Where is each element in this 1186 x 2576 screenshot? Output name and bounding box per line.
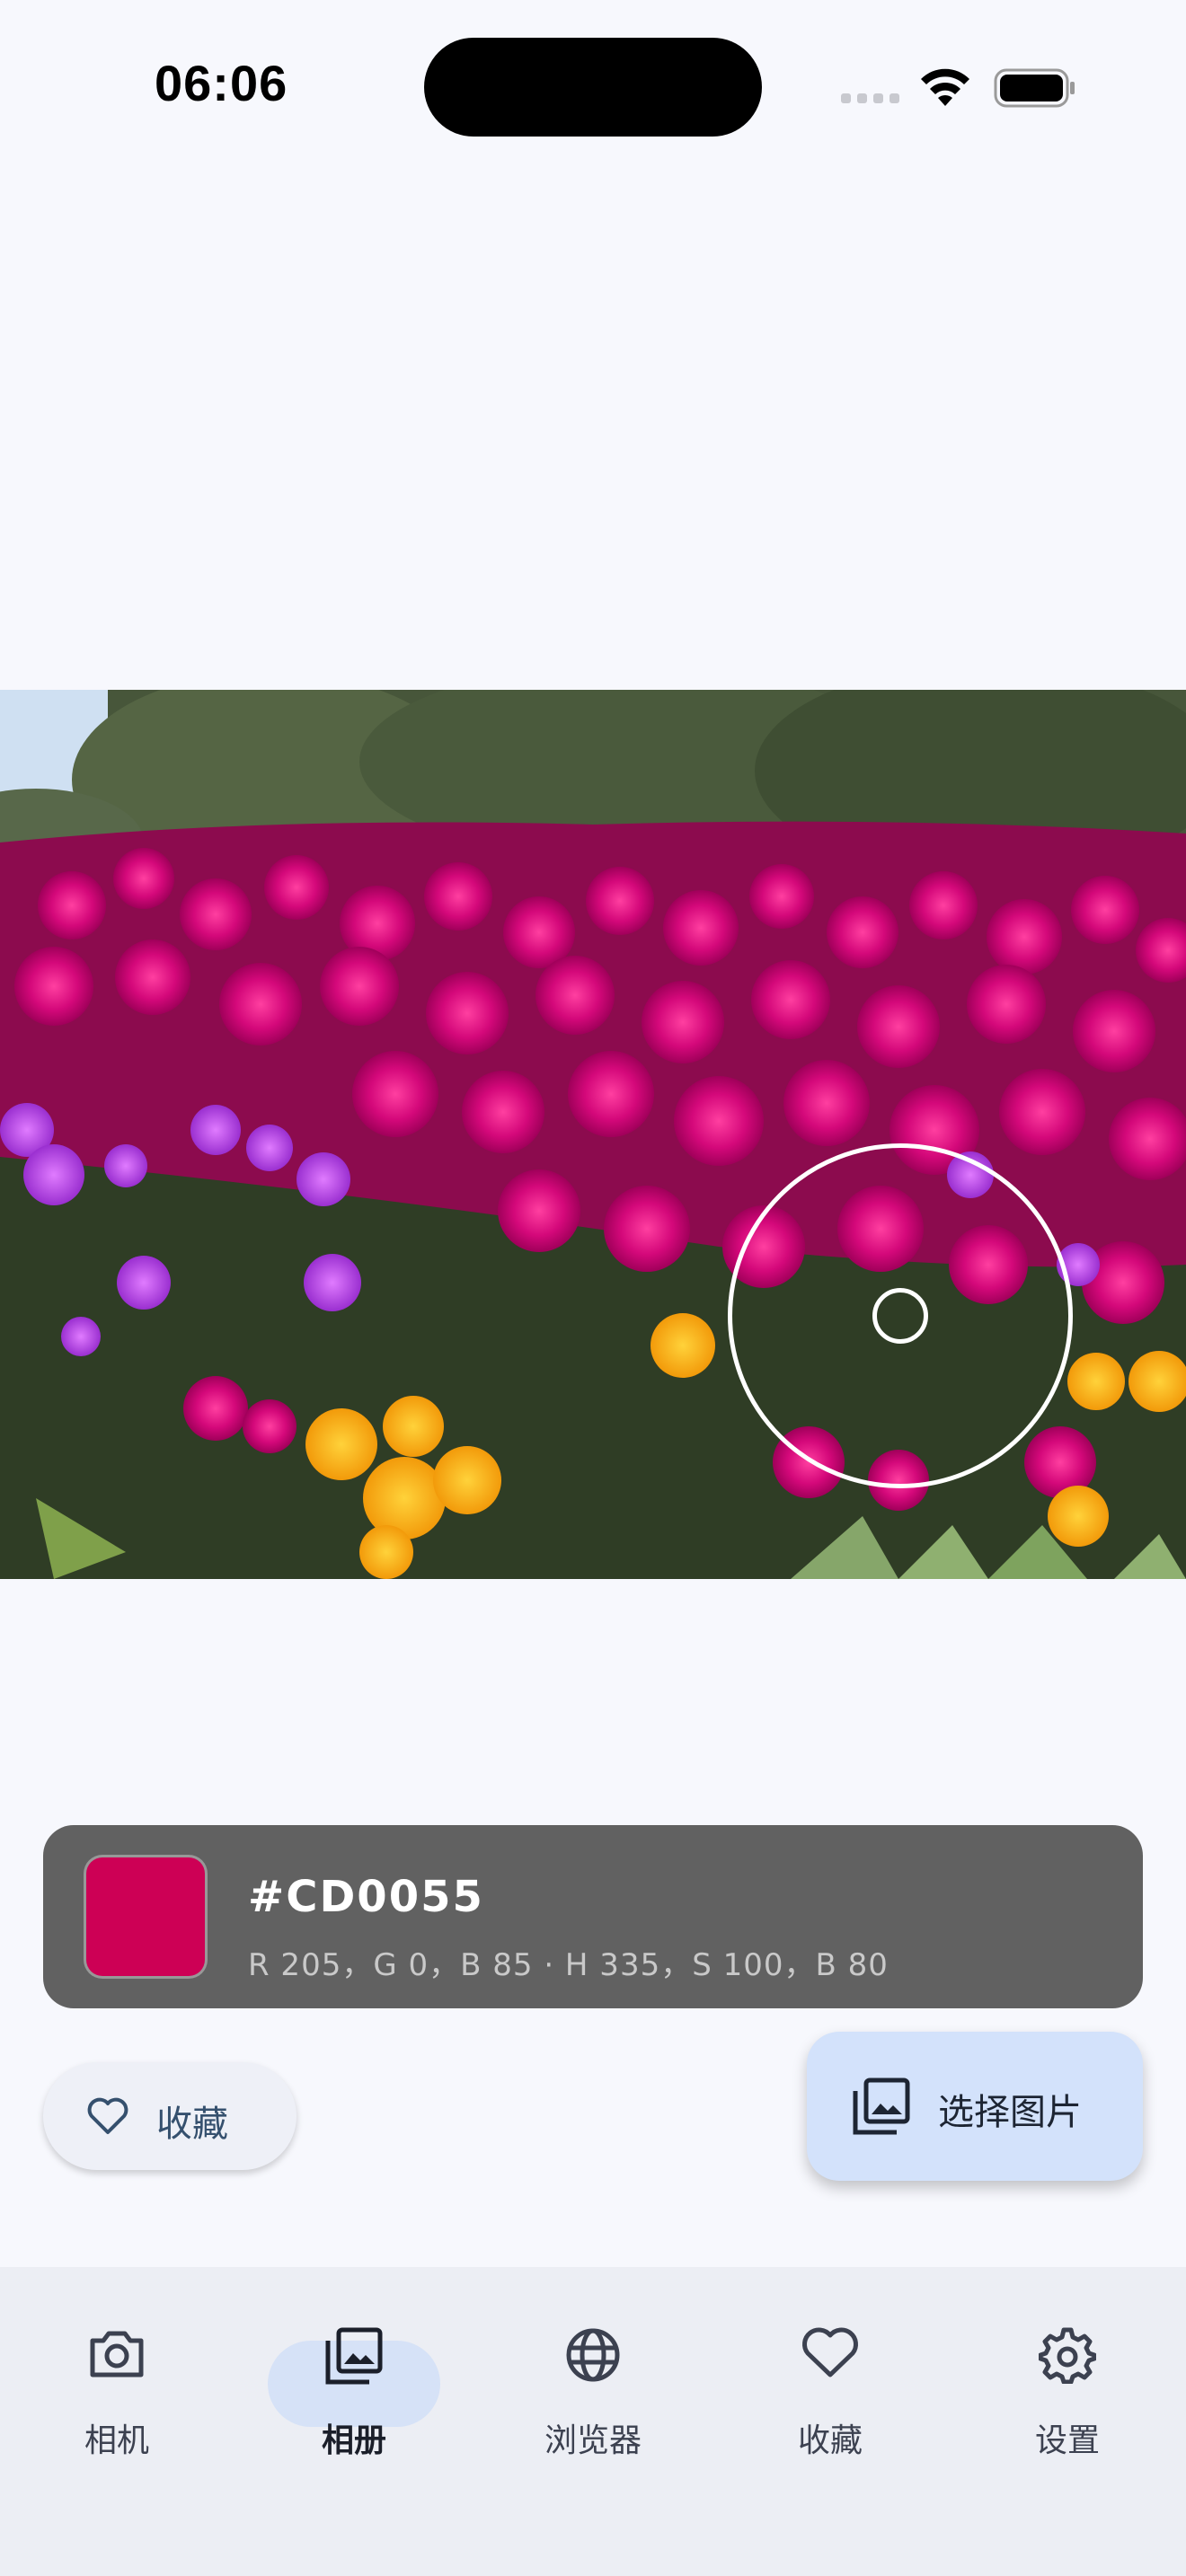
heart-icon <box>802 2327 858 2378</box>
favorite-button[interactable]: 收藏 <box>43 2062 296 2170</box>
status-bar: 06:06 <box>0 0 1186 180</box>
nav-item-gallery[interactable]: 相册 <box>264 2303 444 2459</box>
favorite-button-label: 收藏 <box>156 2104 228 2145</box>
globe-icon <box>566 2328 620 2382</box>
nav-item-settings[interactable]: 设置 <box>978 2303 1157 2459</box>
dynamic-island <box>424 38 762 137</box>
pick-image-button[interactable]: 选择图片 <box>807 2032 1143 2181</box>
bottom-navigation: 相机 相册 浏览器 收藏 设置 <box>0 2267 1186 2576</box>
heart-icon <box>87 2097 128 2134</box>
color-info-card: #CD0055 R 205，G 0，B 85 · H 335，S 100，B 8… <box>43 1825 1143 2008</box>
nav-item-favorites[interactable]: 收藏 <box>740 2303 920 2459</box>
hex-value[interactable]: #CD0055 <box>248 1872 484 1922</box>
color-values: R 205，G 0，B 85 · H 335，S 100，B 80 <box>248 1947 889 1983</box>
color-swatch <box>86 1857 205 1976</box>
nav-item-label: 相册 <box>321 2422 386 2459</box>
color-picker-crosshair[interactable] <box>872 1288 928 1344</box>
pick-image-button-label: 选择图片 <box>938 2092 1082 2133</box>
nav-item-label: 设置 <box>1034 2422 1100 2459</box>
nav-item-camera[interactable]: 相机 <box>27 2303 207 2459</box>
gallery-icon <box>853 2078 910 2135</box>
nav-item-label: 收藏 <box>797 2422 863 2459</box>
wifi-icon <box>921 68 969 106</box>
status-time: 06:06 <box>155 55 288 111</box>
camera-icon <box>90 2331 144 2378</box>
nav-item-label: 浏览器 <box>544 2422 642 2459</box>
gear-icon <box>1039 2327 1096 2384</box>
nav-item-browser[interactable]: 浏览器 <box>503 2303 683 2459</box>
gallery-icon <box>325 2327 383 2385</box>
nav-item-label: 相机 <box>84 2422 149 2459</box>
battery-icon <box>994 68 1075 108</box>
